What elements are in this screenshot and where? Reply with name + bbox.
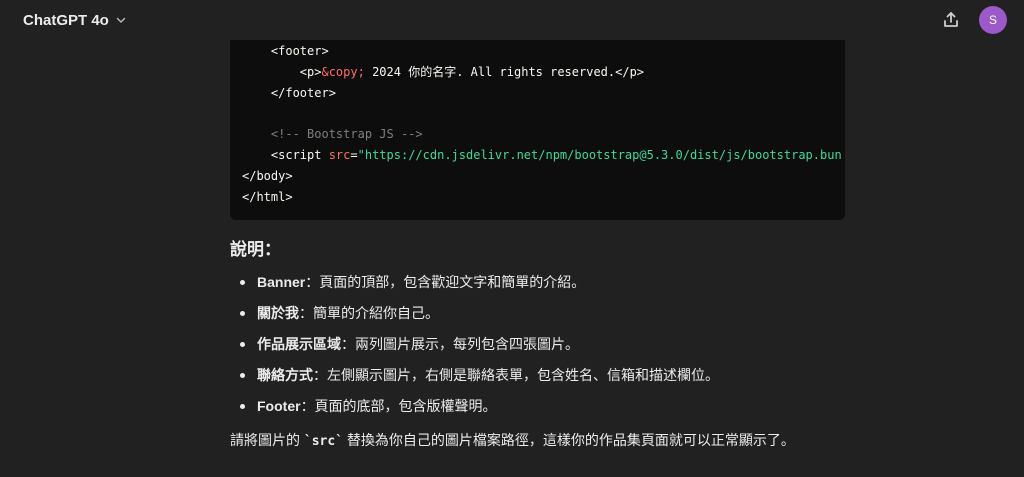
code-line: <p>&copy; 2024 你的名字. All rights reserved… bbox=[242, 62, 842, 83]
code-token: = bbox=[350, 147, 358, 162]
list-item: Banner：頁面的頂部，包含歡迎文字和簡單的介紹。 bbox=[230, 272, 845, 292]
list-item: 聯絡方式：左側顯示圖片，右側是聯絡表單，包含姓名、信箱和描述欄位。 bbox=[230, 365, 845, 385]
code-token: src bbox=[328, 147, 351, 162]
model-selector[interactable]: ChatGPT 4o bbox=[23, 12, 127, 29]
code-content: <footer> <p>&copy; 2024 你的名字. All rights… bbox=[242, 41, 842, 207]
code-token: </footer> bbox=[270, 85, 336, 100]
code-token: <p> bbox=[299, 64, 322, 79]
code-token: <!-- Bootstrap JS --> bbox=[270, 127, 423, 142]
chevron-down-icon bbox=[116, 17, 126, 23]
item-term: Footer bbox=[257, 398, 301, 414]
avatar[interactable]: S bbox=[979, 6, 1007, 34]
list-item: 關於我：簡單的介紹你自己。 bbox=[230, 303, 845, 323]
code-line: <footer> bbox=[242, 41, 842, 62]
item-desc: ：簡單的介紹你自己。 bbox=[299, 305, 439, 321]
item-term: 關於我 bbox=[257, 305, 299, 321]
avatar-initial: S bbox=[988, 13, 997, 27]
closing-paragraph: 請將圖片的 `src` 替換為你自己的圖片檔案路徑，這樣你的作品集頁面就可以正常… bbox=[230, 430, 845, 452]
code-token: </html> bbox=[242, 189, 293, 204]
closing-text-before: 請將圖片的 bbox=[230, 432, 304, 448]
code-token: <script bbox=[270, 147, 329, 162]
code-line: </html> bbox=[242, 187, 842, 208]
assistant-message: 說明： Banner：頁面的頂部，包含歡迎文字和簡單的介紹。 關於我：簡單的介紹… bbox=[230, 238, 845, 452]
model-name: ChatGPT 4o bbox=[23, 11, 109, 29]
header-tools: S bbox=[941, 6, 1007, 34]
item-term: 聯絡方式 bbox=[257, 367, 313, 383]
code-token: 2024 你的名字. All rights reserved.</p> bbox=[364, 64, 645, 79]
top-bar: ChatGPT 4o S bbox=[0, 0, 1024, 40]
item-desc: ：兩列圖片展示，每列包含四張圖片。 bbox=[341, 336, 579, 352]
closing-text-after: 替換為你自己的圖片檔案路徑，這樣你的作品集頁面就可以正常顯示了。 bbox=[343, 432, 795, 448]
code-token: &copy; bbox=[321, 64, 365, 79]
item-desc: ：左側顯示圖片，右側是聯絡表單，包含姓名、信箱和描述欄位。 bbox=[313, 367, 719, 383]
list-item: 作品展示區域：兩列圖片展示，每列包含四張圖片。 bbox=[230, 334, 845, 354]
item-term: Banner bbox=[257, 274, 306, 290]
share-icon[interactable] bbox=[941, 10, 961, 30]
item-desc: ：頁面的頂部，包含歡迎文字和簡單的介紹。 bbox=[305, 274, 586, 290]
code-line: <!-- Bootstrap JS --> bbox=[242, 124, 842, 145]
section-heading: 說明： bbox=[230, 240, 281, 259]
item-desc: ：頁面的底部，包含版權聲明。 bbox=[300, 398, 497, 414]
code-line: </body> bbox=[242, 166, 842, 187]
code-block: <footer> <p>&copy; 2024 你的名字. All rights… bbox=[230, 40, 845, 220]
code-token: <footer> bbox=[270, 44, 329, 58]
list-item: Footer：頁面的底部，包含版權聲明。 bbox=[230, 396, 845, 416]
code-token: </body> bbox=[242, 168, 293, 183]
item-term: 作品展示區域 bbox=[257, 336, 341, 352]
code-token: "https://cdn.jsdelivr.net/npm/bootstrap@… bbox=[357, 147, 842, 162]
inline-code: `src` bbox=[303, 434, 344, 449]
explanation-list: Banner：頁面的頂部，包含歡迎文字和簡單的介紹。 關於我：簡單的介紹你自己。… bbox=[230, 272, 845, 416]
code-line: </footer> bbox=[242, 83, 842, 104]
code-line: <script src="https://cdn.jsdelivr.net/np… bbox=[242, 145, 842, 166]
